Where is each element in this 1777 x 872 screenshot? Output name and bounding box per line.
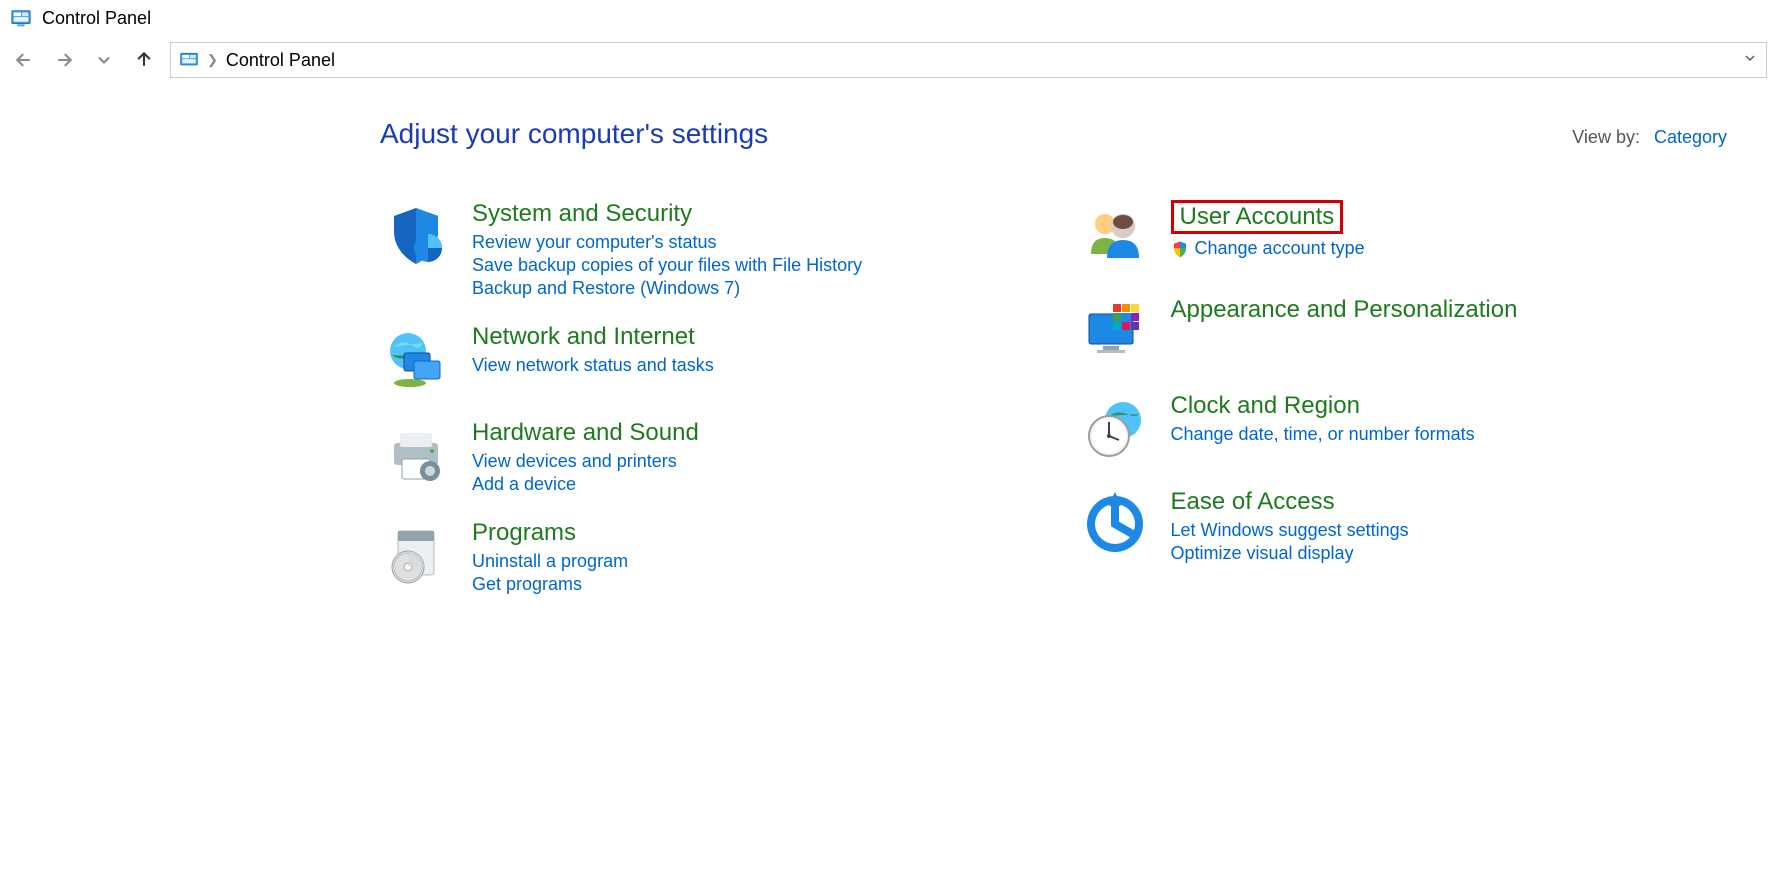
- category-body: Appearance and Personalization: [1171, 296, 1518, 328]
- address-dropdown-button[interactable]: [1742, 50, 1758, 70]
- forward-button[interactable]: [50, 46, 78, 74]
- user-accounts-icon[interactable]: [1079, 200, 1151, 272]
- content-header: Adjust your computer's settings View by:…: [380, 118, 1737, 150]
- clock-region-icon[interactable]: [1079, 392, 1151, 464]
- category-link[interactable]: Change account type: [1171, 238, 1365, 259]
- personalization-icon[interactable]: [1079, 296, 1151, 368]
- category-link-text: Review your computer's status: [472, 232, 717, 253]
- category-item: Appearance and Personalization: [1079, 296, 1738, 368]
- categories-columns: System and Security Review your computer'…: [380, 200, 1737, 619]
- category-links: View network status and tasks: [472, 355, 714, 376]
- category-link[interactable]: Add a device: [472, 474, 699, 495]
- title-bar: Control Panel: [0, 0, 1777, 36]
- category-body: Hardware and Sound View devices and print…: [472, 419, 699, 495]
- breadcrumb-location[interactable]: Control Panel: [226, 50, 335, 71]
- category-links: Let Windows suggest settingsOptimize vis…: [1171, 520, 1409, 564]
- category-link[interactable]: Save backup copies of your files with Fi…: [472, 255, 862, 276]
- view-by-control[interactable]: View by: Category: [1572, 127, 1727, 148]
- view-by-value[interactable]: Category: [1654, 127, 1727, 148]
- page-heading: Adjust your computer's settings: [380, 118, 768, 150]
- category-link[interactable]: Backup and Restore (Windows 7): [472, 278, 862, 299]
- category-link[interactable]: Uninstall a program: [472, 551, 628, 572]
- navigation-bar: ❯ Control Panel: [0, 36, 1777, 88]
- address-bar[interactable]: ❯ Control Panel: [170, 42, 1767, 78]
- category-body: System and Security Review your computer'…: [472, 200, 862, 299]
- category-link-text: Optimize visual display: [1171, 543, 1354, 564]
- category-title[interactable]: System and Security: [472, 200, 692, 228]
- category-link-text: Change date, time, or number formats: [1171, 424, 1475, 445]
- category-title[interactable]: Hardware and Sound: [472, 419, 699, 447]
- category-title[interactable]: Programs: [472, 519, 576, 547]
- category-item: Programs Uninstall a programGet programs: [380, 519, 1039, 595]
- left-column: System and Security Review your computer'…: [380, 200, 1039, 619]
- category-body: Programs Uninstall a programGet programs: [472, 519, 628, 595]
- category-link-text: Change account type: [1195, 238, 1365, 259]
- category-link[interactable]: Review your computer's status: [472, 232, 862, 253]
- ease-of-access-icon[interactable]: [1079, 488, 1151, 560]
- category-links: Change account type: [1171, 238, 1365, 259]
- category-body: Clock and Region Change date, time, or nu…: [1171, 392, 1475, 445]
- category-link-text: Uninstall a program: [472, 551, 628, 572]
- control-panel-icon: [10, 7, 32, 29]
- category-item: Network and Internet View network status …: [380, 323, 1039, 395]
- content-area: Adjust your computer's settings View by:…: [0, 88, 1777, 659]
- view-by-label: View by:: [1572, 127, 1640, 148]
- category-body: Ease of Access Let Windows suggest settin…: [1171, 488, 1409, 564]
- category-link-text: View network status and tasks: [472, 355, 714, 376]
- category-links: View devices and printersAdd a device: [472, 451, 699, 495]
- programs-disc-icon[interactable]: [380, 519, 452, 591]
- category-item: System and Security Review your computer'…: [380, 200, 1039, 299]
- category-links: Uninstall a programGet programs: [472, 551, 628, 595]
- up-button[interactable]: [130, 46, 158, 74]
- category-links: Change date, time, or number formats: [1171, 424, 1475, 445]
- recent-dropdown-button[interactable]: [90, 46, 118, 74]
- window-title: Control Panel: [42, 8, 151, 29]
- shield-security-icon[interactable]: [380, 200, 452, 272]
- category-title[interactable]: Network and Internet: [472, 323, 695, 351]
- category-title[interactable]: Ease of Access: [1171, 488, 1335, 516]
- category-title[interactable]: Appearance and Personalization: [1171, 296, 1518, 324]
- printer-hardware-icon[interactable]: [380, 419, 452, 491]
- network-globe-icon[interactable]: [380, 323, 452, 395]
- control-panel-icon: [179, 50, 199, 70]
- category-link[interactable]: Change date, time, or number formats: [1171, 424, 1475, 445]
- category-title[interactable]: User Accounts: [1171, 200, 1344, 234]
- category-link-text: Backup and Restore (Windows 7): [472, 278, 740, 299]
- category-item: Hardware and Sound View devices and print…: [380, 419, 1039, 495]
- category-link[interactable]: View network status and tasks: [472, 355, 714, 376]
- uac-shield-icon: [1171, 240, 1189, 258]
- category-link[interactable]: Let Windows suggest settings: [1171, 520, 1409, 541]
- category-link[interactable]: Optimize visual display: [1171, 543, 1409, 564]
- category-links: Review your computer's statusSave backup…: [472, 232, 862, 299]
- category-body: Network and Internet View network status …: [472, 323, 714, 376]
- category-item: Ease of Access Let Windows suggest settin…: [1079, 488, 1738, 564]
- category-link-text: Get programs: [472, 574, 582, 595]
- back-button[interactable]: [10, 46, 38, 74]
- category-item: User Accounts Change account type: [1079, 200, 1738, 272]
- right-column: User Accounts Change account type Appearan…: [1079, 200, 1738, 619]
- category-link-text: Add a device: [472, 474, 576, 495]
- category-link-text: View devices and printers: [472, 451, 677, 472]
- category-link[interactable]: Get programs: [472, 574, 628, 595]
- category-link[interactable]: View devices and printers: [472, 451, 699, 472]
- category-link-text: Save backup copies of your files with Fi…: [472, 255, 862, 276]
- category-body: User Accounts Change account type: [1171, 200, 1365, 259]
- breadcrumb-chevron-icon[interactable]: ❯: [207, 52, 218, 68]
- category-item: Clock and Region Change date, time, or nu…: [1079, 392, 1738, 464]
- category-title[interactable]: Clock and Region: [1171, 392, 1360, 420]
- category-link-text: Let Windows suggest settings: [1171, 520, 1409, 541]
